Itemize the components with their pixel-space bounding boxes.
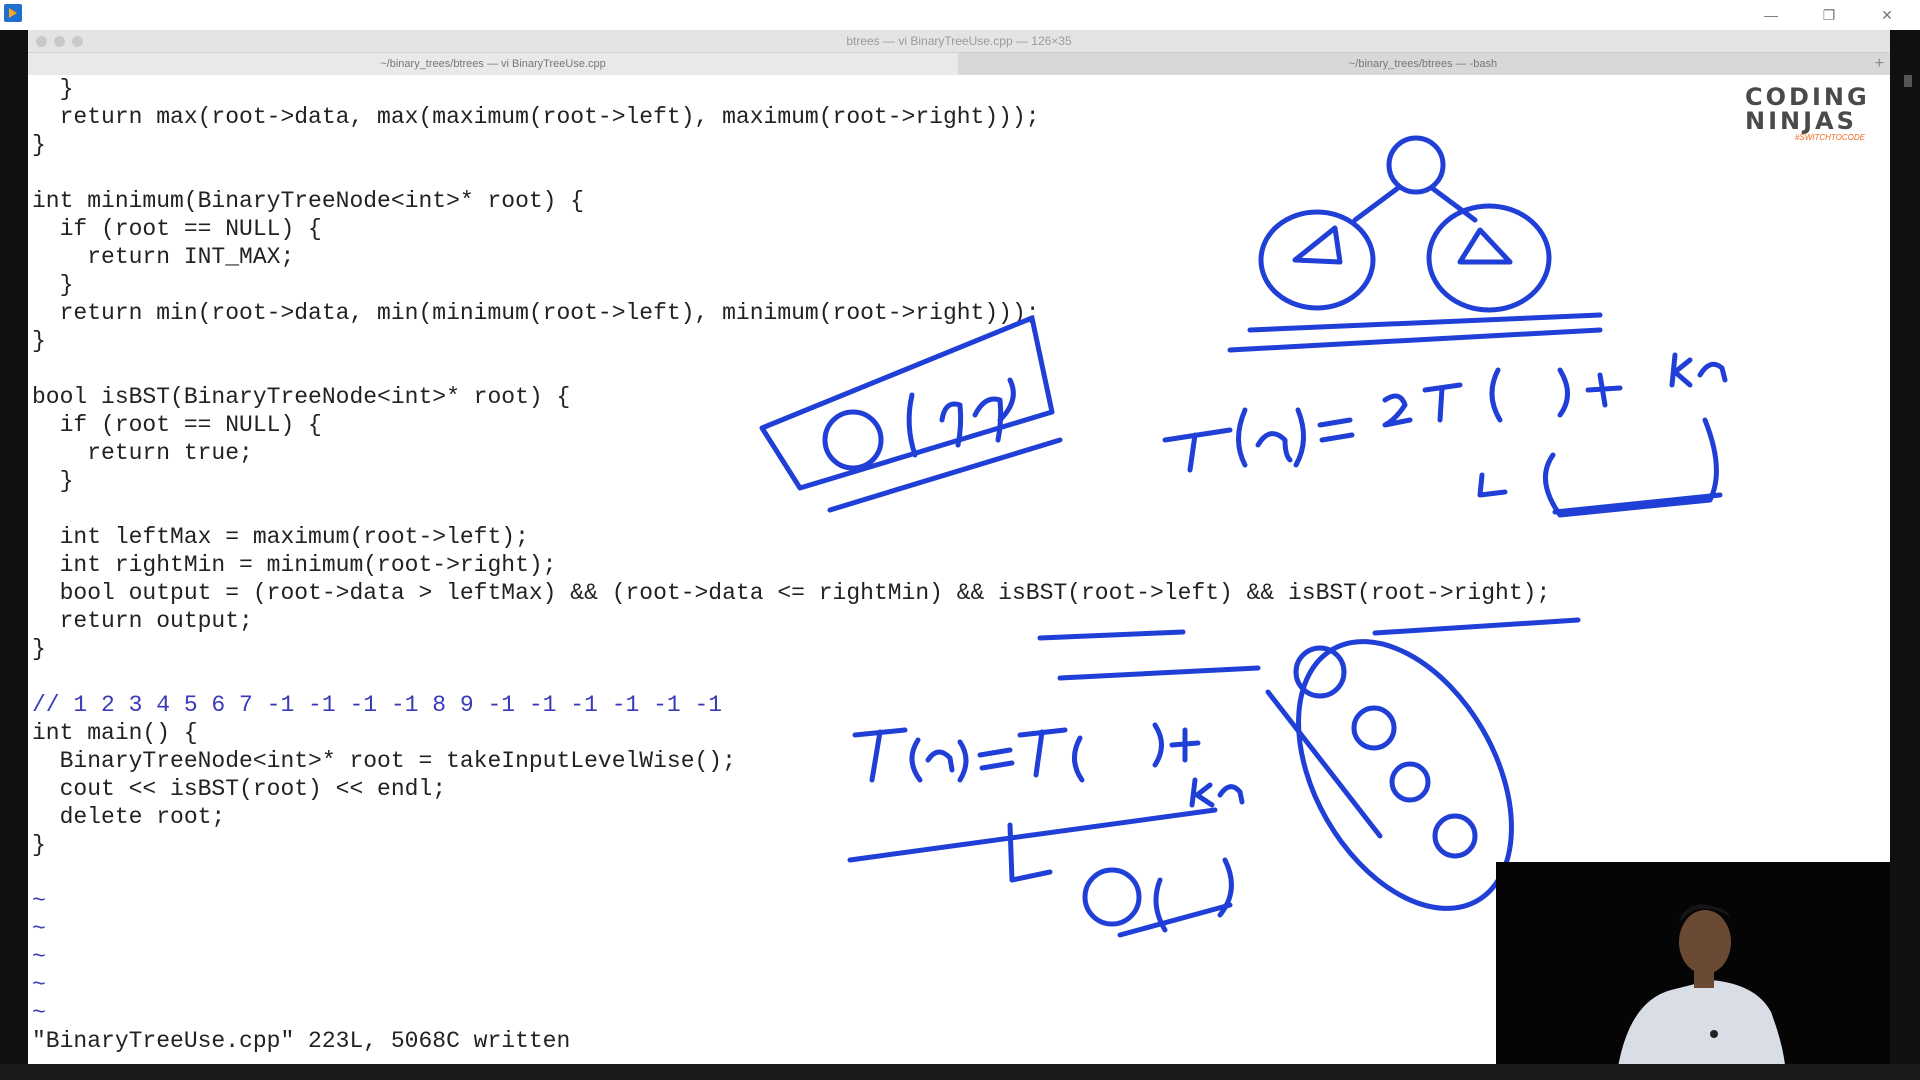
- presenter-figure: [1616, 904, 1786, 1080]
- code-line: int minimum(BinaryTreeNode<int>* root) {: [32, 188, 585, 214]
- code-line: }: [32, 272, 74, 298]
- code-line: int rightMin = minimum(root->right);: [32, 552, 557, 578]
- code-line: }: [32, 76, 74, 102]
- code-line: bool output = (root->data > leftMax) && …: [32, 580, 1551, 606]
- code-line: return INT_MAX;: [32, 244, 295, 270]
- code-line: cout << isBST(root) << endl;: [32, 776, 447, 802]
- empty-buffer-line: ~: [32, 916, 46, 942]
- code-line: int leftMax = maximum(root->left);: [32, 524, 529, 550]
- tab-bash[interactable]: ~/binary_trees/btrees — -bash: [958, 53, 1888, 75]
- code-line: delete root;: [32, 804, 226, 830]
- close-icon[interactable]: ✕: [1874, 4, 1900, 26]
- empty-buffer-line: ~: [32, 972, 46, 998]
- player-titlebar: — ❐ ✕: [0, 0, 1920, 30]
- tab-bar: ~/binary_trees/btrees — vi BinaryTreeUse…: [28, 53, 1890, 75]
- code-line: int main() {: [32, 720, 198, 746]
- new-tab-icon[interactable]: +: [1875, 53, 1884, 75]
- code-line: return true;: [32, 440, 253, 466]
- code-line: }: [32, 832, 46, 858]
- empty-buffer-line: ~: [32, 1000, 46, 1026]
- scrollbar-thumb[interactable]: [1904, 75, 1912, 87]
- coding-ninjas-logo: CODING NINJAS #SWITCHTOCODE: [1745, 83, 1870, 142]
- code-comment-line: // 1 2 3 4 5 6 7 -1 -1 -1 -1 8 9 -1 -1 -…: [32, 692, 723, 718]
- code-line: }: [32, 132, 46, 158]
- bottom-frame: [0, 1064, 1920, 1080]
- tab-vi[interactable]: ~/binary_trees/btrees — vi BinaryTreeUse…: [28, 53, 958, 75]
- code-line: return output;: [32, 608, 253, 634]
- code-line: return max(root->data, max(maximum(root-…: [32, 104, 1040, 130]
- empty-buffer-line: ~: [32, 888, 46, 914]
- status-line: "BinaryTreeUse.cpp" 223L, 5068C written: [32, 1028, 571, 1054]
- code-line: }: [32, 328, 46, 354]
- code-line: }: [32, 636, 46, 662]
- restore-icon[interactable]: ❐: [1816, 4, 1842, 26]
- code-line: if (root == NULL) {: [32, 216, 322, 242]
- left-frame: [0, 30, 28, 1080]
- terminal-titlebar: btrees — vi BinaryTreeUse.cpp — 126×35: [28, 30, 1890, 53]
- empty-buffer-line: ~: [32, 944, 46, 970]
- window-title: btrees — vi BinaryTreeUse.cpp — 126×35: [846, 34, 1072, 48]
- logo-line-1: CODING: [1745, 83, 1870, 111]
- code-line: BinaryTreeNode<int>* root = takeInputLev…: [32, 748, 736, 774]
- code-line: if (root == NULL) {: [32, 412, 322, 438]
- right-frame: [1890, 30, 1920, 1080]
- code-line: bool isBST(BinaryTreeNode<int>* root) {: [32, 384, 571, 410]
- logo-line-2: NINJAS: [1745, 107, 1857, 135]
- code-line: return min(root->data, min(minimum(root-…: [32, 300, 1040, 326]
- player-app-icon: [4, 4, 22, 22]
- minimize-icon[interactable]: —: [1758, 4, 1784, 26]
- presenter-webcam: [1496, 862, 1890, 1080]
- code-line: }: [32, 468, 74, 494]
